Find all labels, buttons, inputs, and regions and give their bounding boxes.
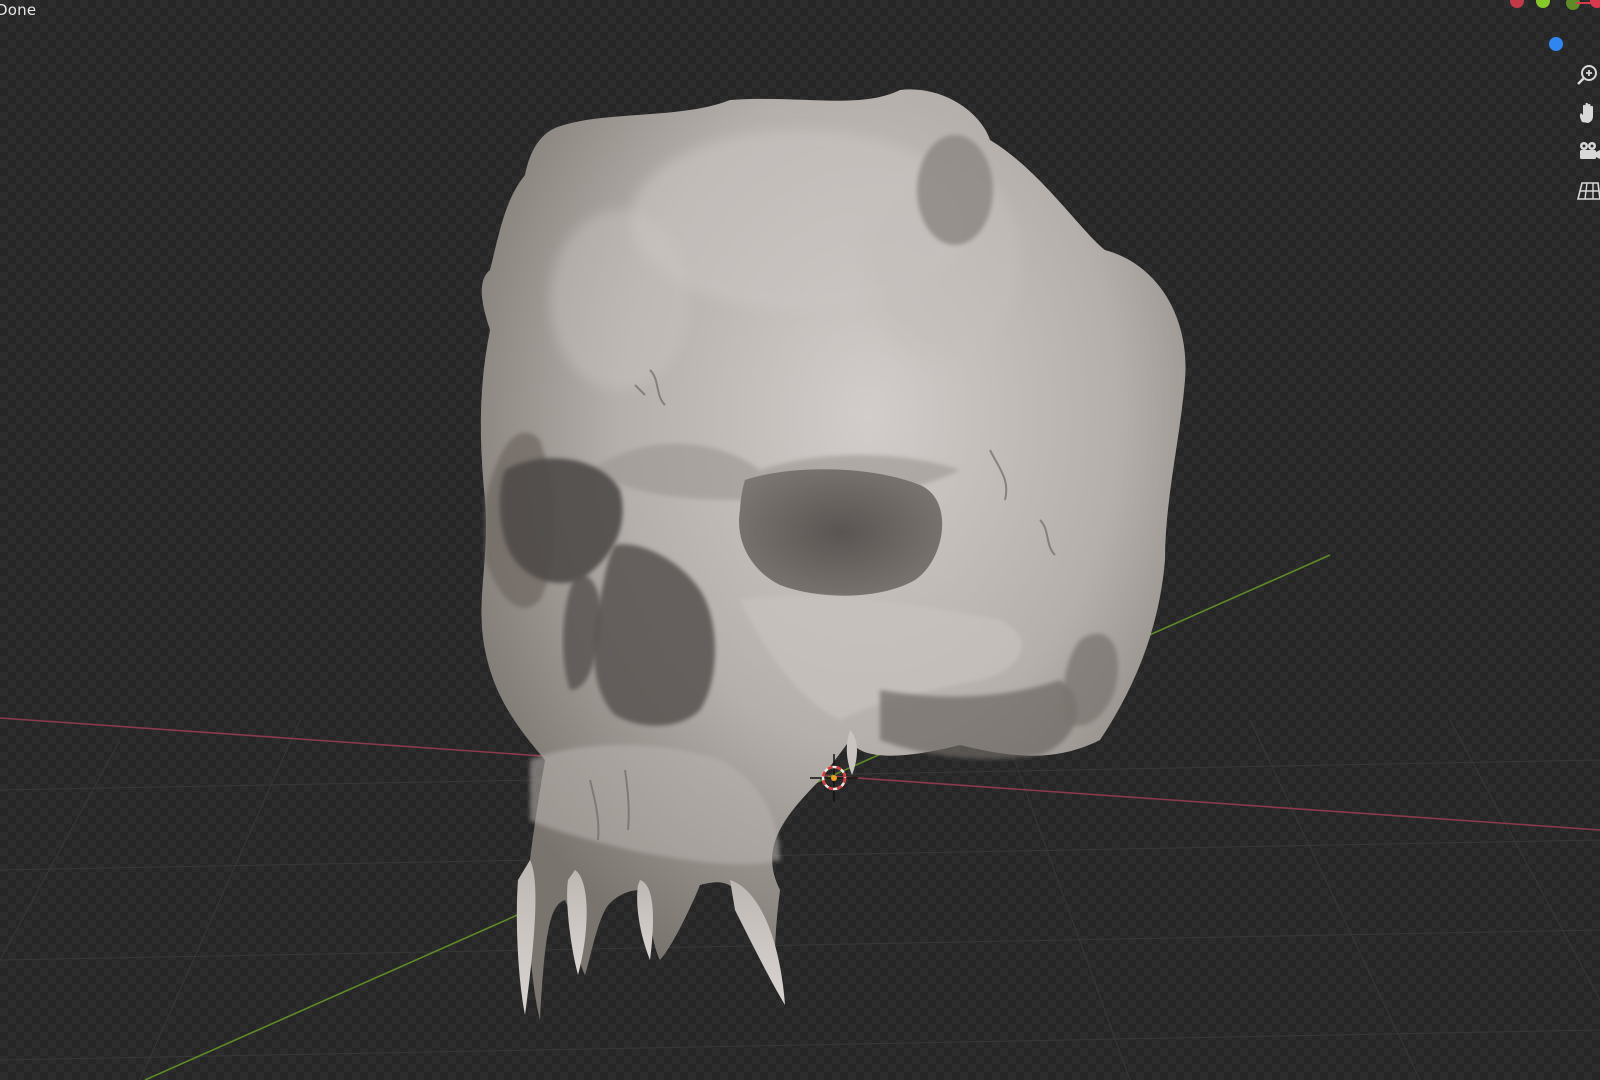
gizmo-neg-x-dot[interactable] <box>1510 0 1524 8</box>
perspective-grid-icon <box>1576 182 1600 200</box>
scene-canvas[interactable] <box>0 0 1600 1080</box>
gizmo-x-dot[interactable] <box>1590 0 1600 8</box>
gizmo-z-dot[interactable] <box>1549 37 1563 51</box>
pan-button[interactable] <box>1574 98 1600 128</box>
camera-icon <box>1580 142 1600 159</box>
zoom-icon <box>1577 65 1597 85</box>
gizmo-y-dot[interactable] <box>1536 0 1550 8</box>
3d-viewport[interactable]: Done <box>0 0 1600 1080</box>
pan-hand-icon <box>1579 102 1593 123</box>
navigation-gizmo[interactable] <box>1480 0 1600 60</box>
skull-mesh <box>480 89 1186 1020</box>
status-text: Done <box>0 1 37 19</box>
camera-button[interactable] <box>1574 136 1600 166</box>
perspective-toggle-button[interactable] <box>1574 176 1600 206</box>
zoom-button[interactable] <box>1574 60 1600 90</box>
